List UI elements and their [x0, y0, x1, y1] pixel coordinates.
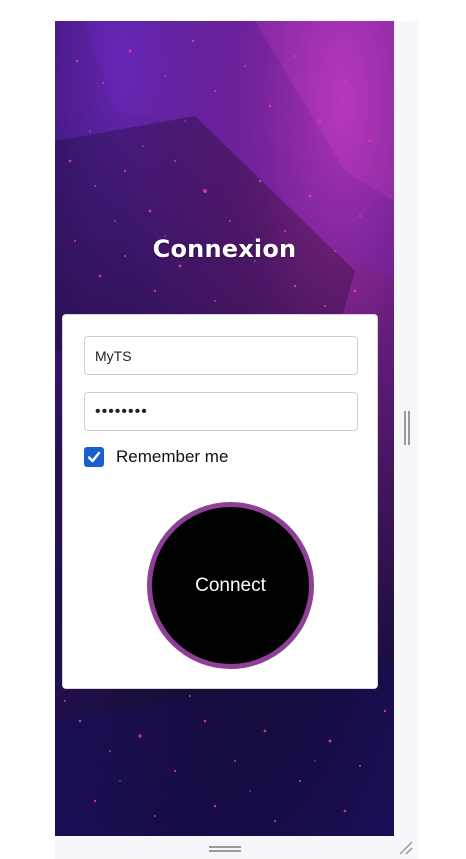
connect-button[interactable]: Connect [147, 502, 314, 669]
password-field[interactable] [84, 392, 358, 431]
remember-me-label: Remember me [116, 447, 229, 466]
page-title: Connexion [152, 235, 297, 263]
drag-handle-vertical-icon[interactable] [403, 411, 411, 445]
drag-handle-horizontal-icon[interactable] [209, 845, 241, 853]
app-viewport: Connexion Remember me Connect [55, 21, 394, 836]
remember-me-row[interactable]: Remember me [84, 446, 228, 468]
resize-corner-icon[interactable] [398, 840, 414, 856]
login-card: Remember me Connect [62, 314, 378, 689]
connect-button-label: Connect [195, 574, 266, 596]
remember-me-checkbox[interactable] [84, 447, 104, 467]
checkmark-icon [87, 451, 101, 463]
username-field[interactable] [84, 336, 358, 375]
